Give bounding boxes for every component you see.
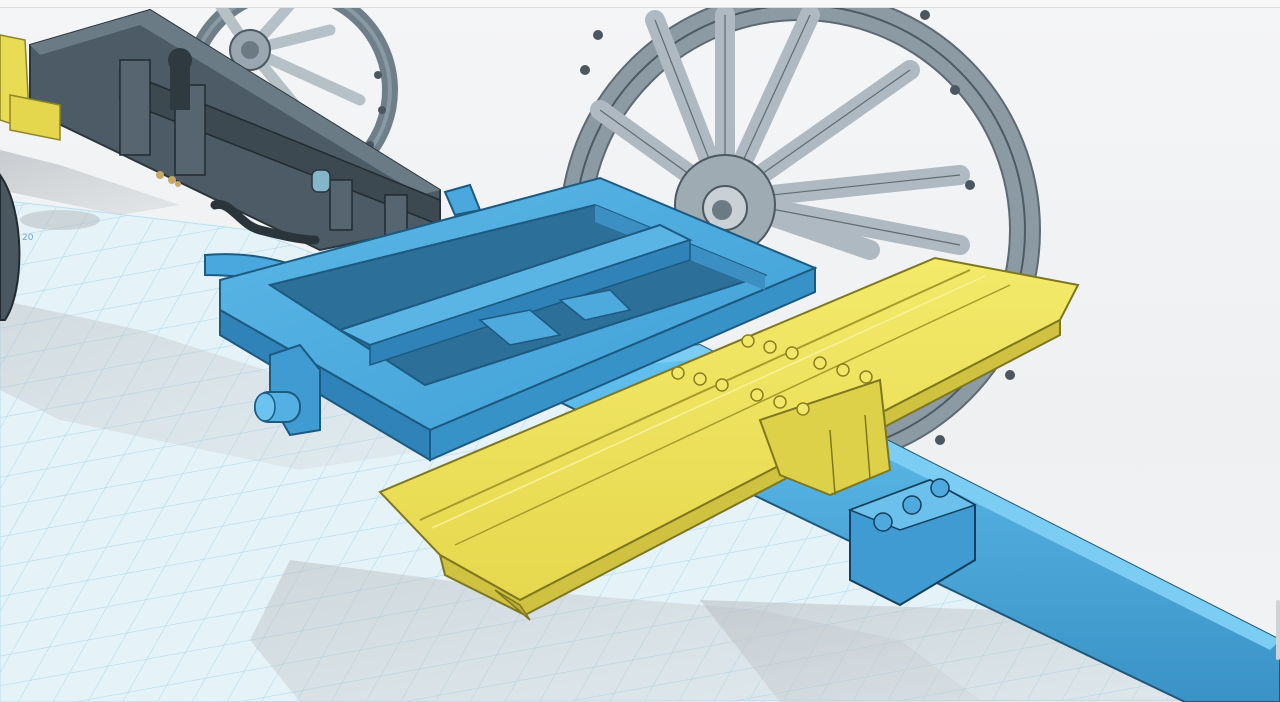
3d-model-viewport[interactable]: 20 [0, 0, 1280, 702]
grid-tick-label: 20 [22, 233, 34, 243]
viewport-scrollbar[interactable] [1276, 600, 1280, 660]
viewport-top-border [0, 0, 1280, 8]
scene-canvas[interactable]: 20 [0, 0, 1280, 702]
